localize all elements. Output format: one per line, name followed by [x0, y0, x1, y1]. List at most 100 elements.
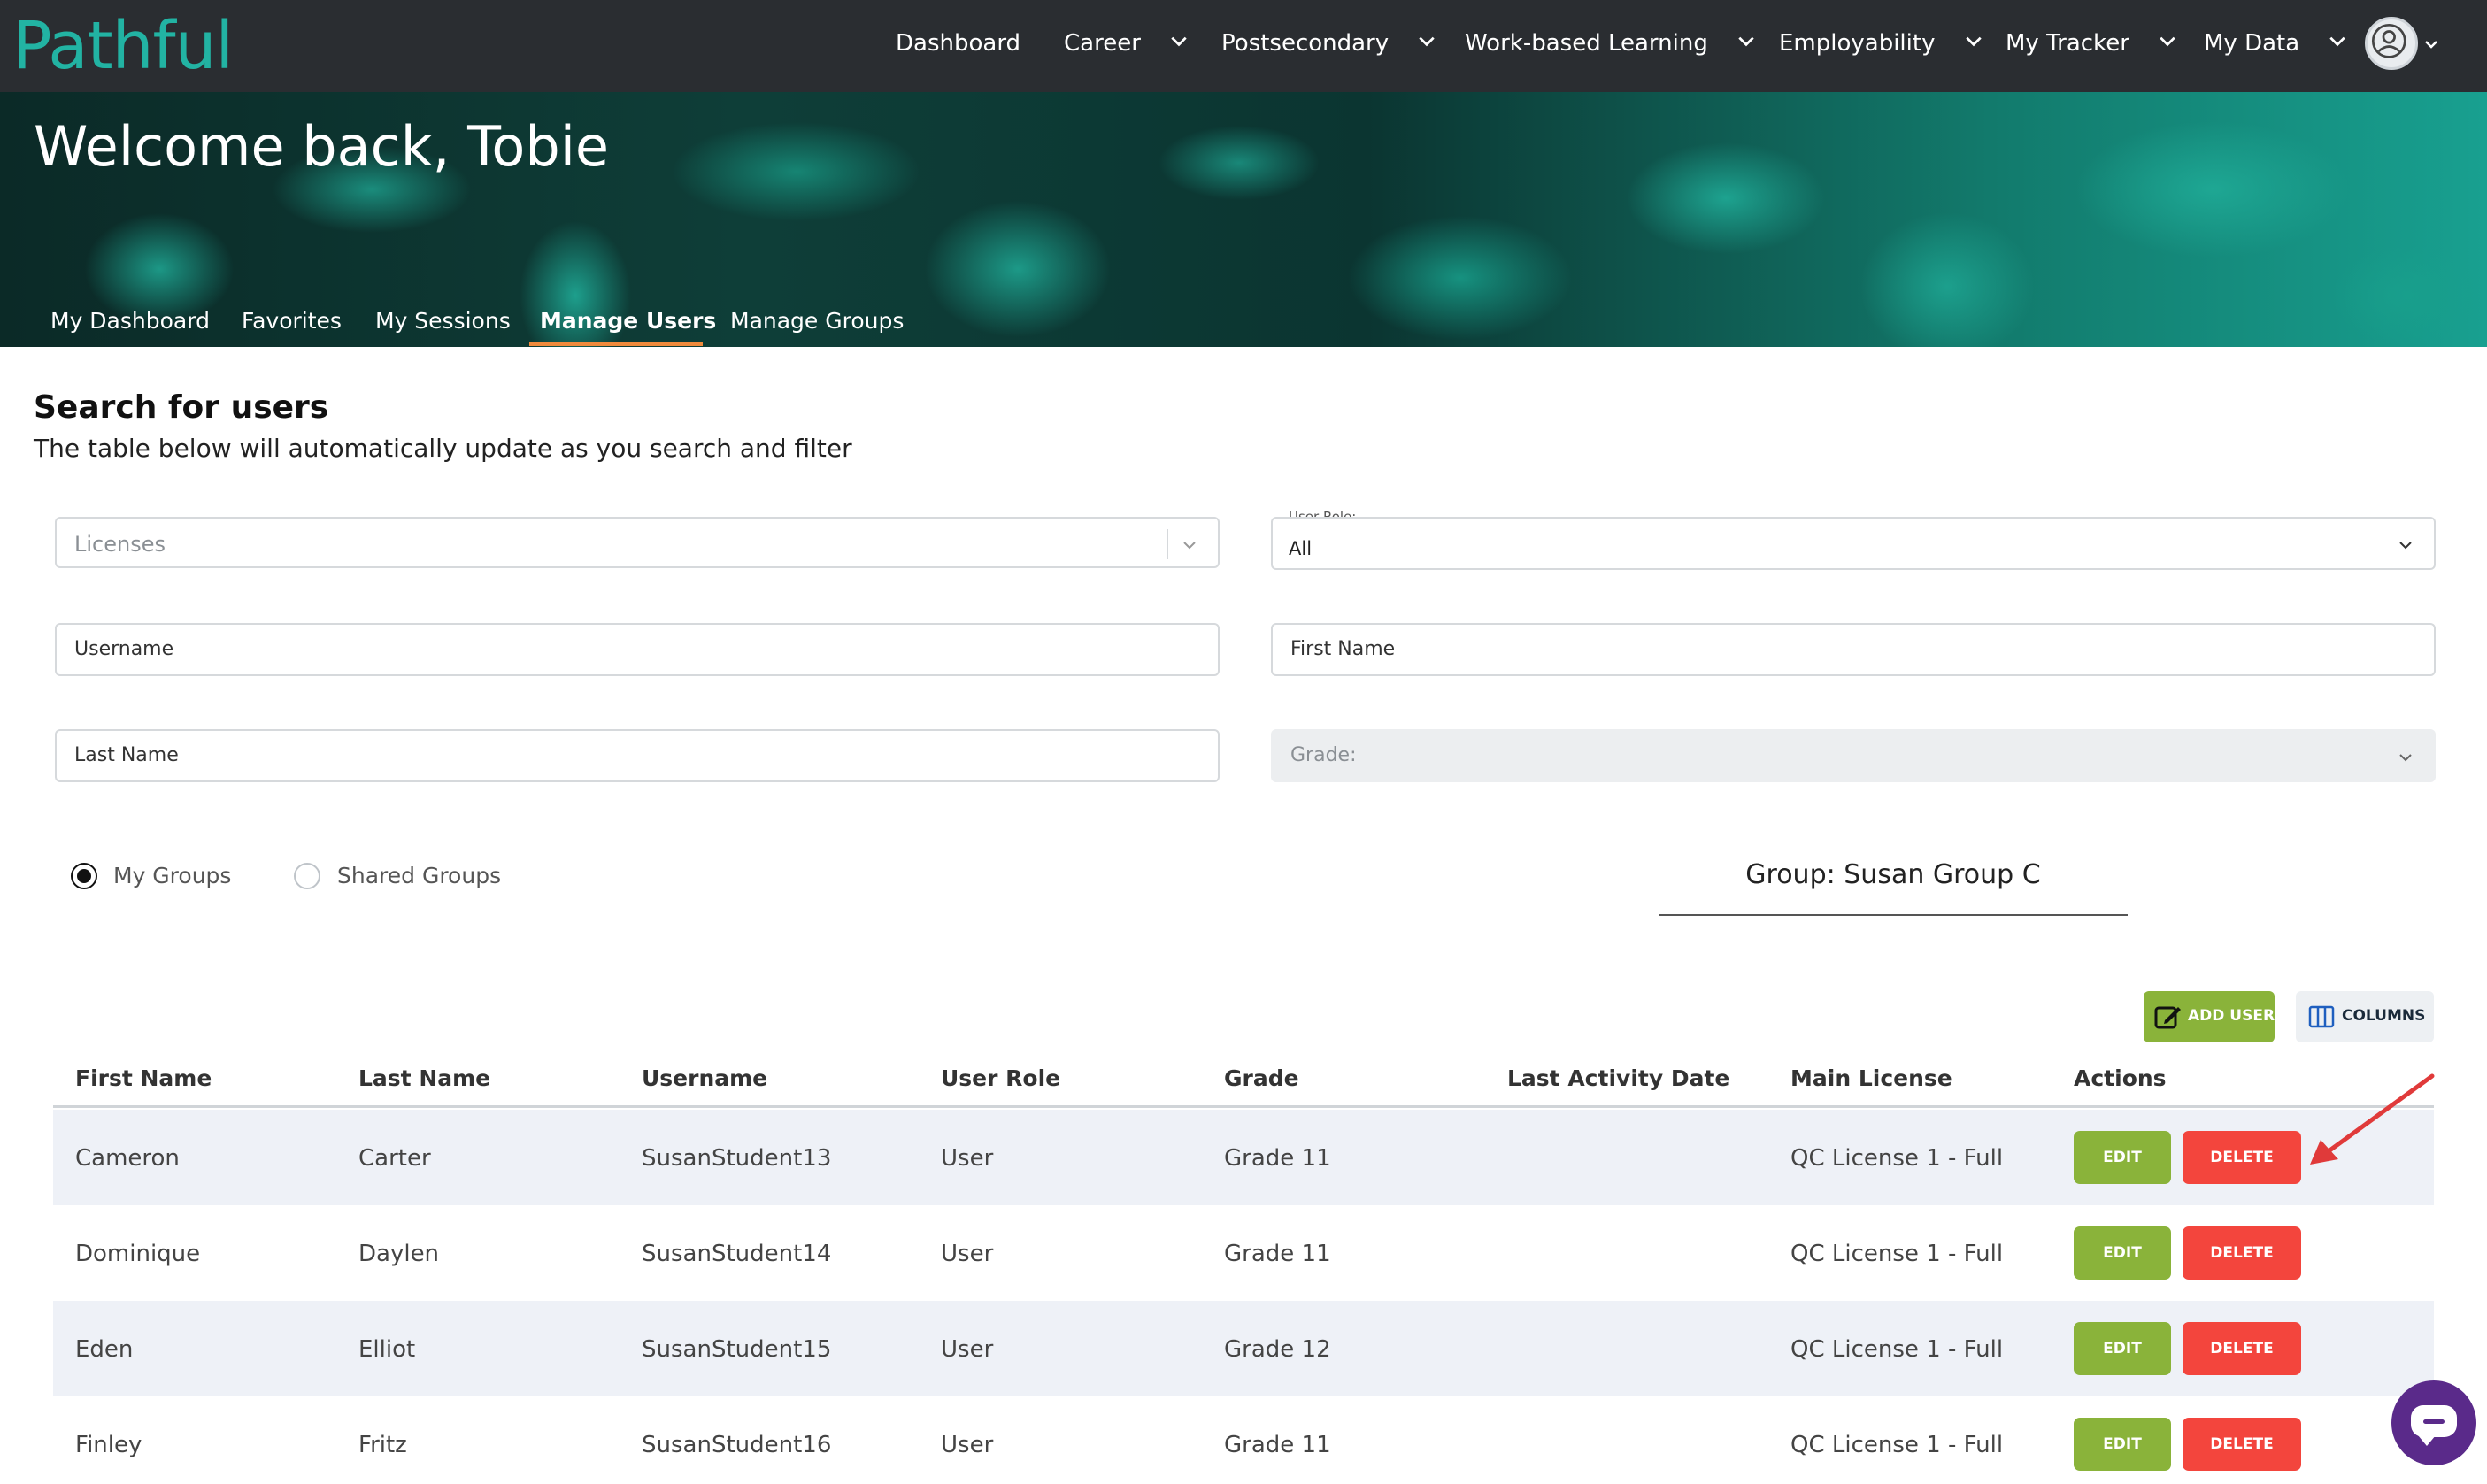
group-underline: [1659, 914, 2128, 916]
nav-dashboard-label: Dashboard: [896, 30, 1021, 57]
header-main-license[interactable]: Main License: [1790, 1065, 1952, 1091]
search-subtitle: The table below will automatically updat…: [34, 434, 852, 463]
nav-employability[interactable]: Employability: [1779, 0, 1983, 92]
cell-last-name: Daylen: [358, 1241, 440, 1267]
edit-button[interactable]: EDIT: [2074, 1418, 2171, 1471]
header-grade[interactable]: Grade: [1224, 1065, 1299, 1091]
active-tab-indicator: [529, 342, 703, 346]
grade-placeholder: Grade:: [1290, 744, 1357, 766]
chevron-down-icon: [2329, 36, 2346, 46]
cell-last-name: Fritz: [358, 1432, 407, 1458]
tab-favorites[interactable]: Favorites: [242, 308, 342, 334]
search-title: Search for users: [34, 389, 329, 426]
add-user-button[interactable]: ADD USER: [2144, 991, 2275, 1042]
nav-my-data-label: My Data: [2204, 30, 2300, 57]
chevron-down-icon: [2160, 36, 2175, 46]
cell-main-license: QC License 1 - Full: [1790, 1336, 2004, 1363]
cell-username: SusanStudent14: [642, 1241, 832, 1267]
cell-user-role: User: [941, 1241, 994, 1267]
header-user-role[interactable]: User Role: [941, 1065, 1060, 1091]
last-name-input[interactable]: Last Name: [55, 729, 1220, 782]
header-actions: Actions: [2074, 1065, 2167, 1091]
tab-my-dashboard[interactable]: My Dashboard: [50, 308, 210, 334]
cell-first-name: Eden: [75, 1336, 134, 1363]
users-table-header: First Name Last Name Username User Role …: [53, 1062, 2434, 1108]
nav-my-tracker-label: My Tracker: [2006, 30, 2129, 57]
nav-dashboard[interactable]: Dashboard: [896, 0, 1020, 92]
delete-button[interactable]: DELETE: [2183, 1131, 2301, 1184]
pathful-logo[interactable]: Pathful: [12, 2, 234, 90]
user-circle-icon: [2371, 23, 2406, 58]
my-groups-label: My Groups: [113, 863, 232, 888]
header-last-activity-date[interactable]: Last Activity Date: [1507, 1065, 1729, 1091]
top-navigation-bar: Pathful Dashboard Career Postsecondary W…: [0, 0, 2487, 92]
cell-last-name: Elliot: [358, 1336, 416, 1363]
cell-user-role: User: [941, 1432, 994, 1458]
delete-button[interactable]: DELETE: [2183, 1418, 2301, 1471]
table-row: Finley Fritz SusanStudent16 User Grade 1…: [53, 1396, 2434, 1484]
cell-grade: Grade 11: [1224, 1241, 1331, 1267]
cell-username: SusanStudent13: [642, 1145, 832, 1172]
delete-button[interactable]: DELETE: [2183, 1226, 2301, 1280]
user-avatar-button[interactable]: [2365, 17, 2418, 70]
cell-last-name: Carter: [358, 1145, 431, 1172]
edit-button[interactable]: EDIT: [2074, 1226, 2171, 1280]
cell-username: SusanStudent16: [642, 1432, 832, 1458]
annotation-arrow-icon: [2310, 1073, 2435, 1165]
cell-main-license: QC License 1 - Full: [1790, 1432, 2004, 1458]
edit-button[interactable]: EDIT: [2074, 1131, 2171, 1184]
welcome-banner: Welcome back, Tobie My Dashboard Favorit…: [0, 92, 2487, 347]
cell-user-role: User: [941, 1145, 994, 1172]
grade-select[interactable]: Grade:: [1271, 729, 2436, 782]
header-first-name[interactable]: First Name: [75, 1065, 212, 1091]
tab-manage-groups[interactable]: Manage Groups: [730, 308, 904, 334]
columns-label: COLUMNS: [2342, 1007, 2426, 1025]
cell-user-role: User: [941, 1336, 994, 1363]
header-last-name[interactable]: Last Name: [358, 1065, 490, 1091]
tab-manage-users[interactable]: Manage Users: [540, 308, 716, 334]
cell-first-name: Finley: [75, 1432, 142, 1458]
add-user-label: ADD USER: [2188, 1007, 2275, 1025]
nav-postsecondary[interactable]: Postsecondary: [1221, 0, 1436, 92]
cell-grade: Grade 11: [1224, 1145, 1331, 1172]
cell-main-license: QC License 1 - Full: [1790, 1241, 2004, 1267]
last-name-placeholder: Last Name: [74, 744, 179, 766]
nav-career[interactable]: Career: [1064, 0, 1189, 92]
cell-grade: Grade 11: [1224, 1432, 1331, 1458]
nav-my-tracker[interactable]: My Tracker: [2006, 0, 2177, 92]
cell-first-name: Dominique: [75, 1241, 201, 1267]
edit-button[interactable]: EDIT: [2074, 1322, 2171, 1375]
my-groups-radio[interactable]: [71, 863, 97, 889]
chat-widget-button[interactable]: [2391, 1380, 2476, 1465]
user-role-value: All: [1289, 538, 1313, 559]
delete-button[interactable]: DELETE: [2183, 1322, 2301, 1375]
chevron-down-icon: [1966, 36, 1982, 46]
nav-work-based-learning-label: Work-based Learning: [1465, 30, 1708, 57]
user-role-select[interactable]: All: [1271, 517, 2436, 570]
tab-my-sessions[interactable]: My Sessions: [375, 308, 511, 334]
nav-work-based-learning[interactable]: Work-based Learning: [1465, 0, 1756, 92]
columns-button[interactable]: COLUMNS: [2296, 991, 2434, 1042]
licenses-select[interactable]: Licenses: [55, 517, 1220, 568]
nav-career-label: Career: [1064, 30, 1141, 57]
shared-groups-label: Shared Groups: [337, 863, 502, 888]
selected-group-label[interactable]: Group: Susan Group C: [1659, 859, 2128, 890]
first-name-placeholder: First Name: [1290, 638, 1396, 660]
chevron-down-icon: [2399, 542, 2412, 550]
edit-square-icon: [2154, 1006, 2181, 1029]
licenses-placeholder: Licenses: [74, 532, 166, 557]
chevron-down-icon: [1419, 36, 1436, 46]
header-username[interactable]: Username: [642, 1065, 767, 1091]
chevron-down-icon[interactable]: [2422, 35, 2440, 53]
table-row: Cameron Carter SusanStudent13 User Grade…: [53, 1110, 2434, 1205]
cell-main-license: QC License 1 - Full: [1790, 1145, 2004, 1172]
username-input[interactable]: Username: [55, 623, 1220, 676]
cell-first-name: Cameron: [75, 1145, 180, 1172]
cell-username: SusanStudent15: [642, 1336, 832, 1363]
chat-line: [2423, 1419, 2445, 1424]
nav-my-data[interactable]: My Data: [2204, 0, 2347, 92]
first-name-input[interactable]: First Name: [1271, 623, 2436, 676]
nav-postsecondary-label: Postsecondary: [1221, 30, 1390, 57]
shared-groups-radio[interactable]: [294, 863, 320, 889]
select-separator: [1167, 529, 1168, 559]
